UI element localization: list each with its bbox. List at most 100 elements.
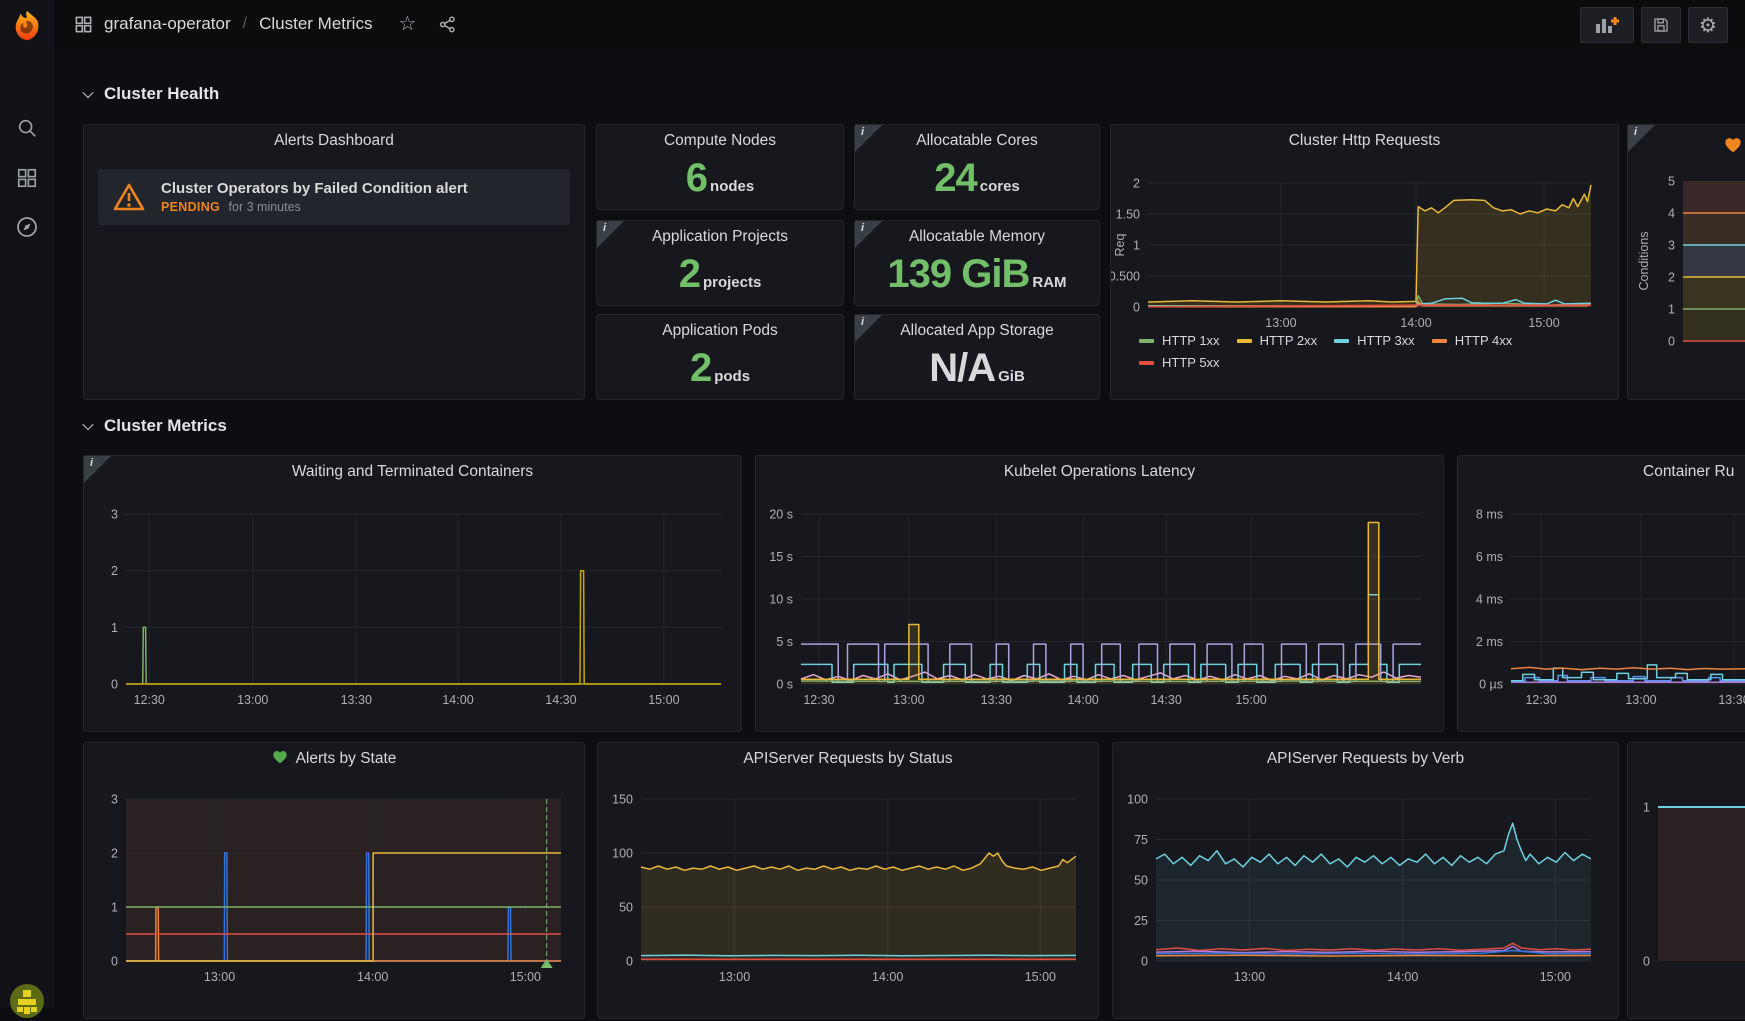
svg-text:50: 50: [619, 901, 633, 915]
panel-info-corner[interactable]: i: [855, 125, 882, 152]
user-avatar[interactable]: [9, 983, 45, 1019]
svg-text:14:00: 14:00: [1387, 970, 1418, 984]
search-icon[interactable]: [13, 114, 41, 142]
svg-text:14:00: 14:00: [357, 970, 388, 984]
apiserver-requests-by-status-chart[interactable]: 05010015013:0014:0015:00: [598, 743, 1098, 1018]
panel-waiting-terminated-containers: i Waiting and Terminated Containers 0123…: [83, 455, 742, 732]
breadcrumb-folder[interactable]: grafana-operator: [104, 14, 231, 34]
breadcrumb-dashboard-title[interactable]: Cluster Metrics: [259, 14, 372, 34]
svg-text:13:00: 13:00: [204, 970, 235, 984]
svg-text:1: 1: [111, 901, 118, 915]
explore-compass-icon[interactable]: [13, 213, 41, 241]
dashboard-grid-icon[interactable]: [74, 15, 93, 34]
legend-swatch: [1139, 339, 1154, 343]
alert-state-badge: PENDING: [161, 200, 220, 214]
add-panel-button[interactable]: [1580, 7, 1634, 43]
panel-alerts-by-state: Alerts by State 012313:0014:0015:00: [83, 742, 585, 1019]
svg-text:14:00: 14:00: [442, 693, 473, 707]
svg-text:13:00: 13:00: [719, 970, 750, 984]
svg-text:2: 2: [1668, 271, 1675, 285]
panel-stat-allocatable-memory: i Allocatable Memory 139 GiBRAM: [854, 220, 1100, 306]
stat-unit: nodes: [710, 178, 754, 198]
legend-item[interactable]: HTTP 3xx: [1334, 333, 1415, 348]
section-title: Cluster Health: [104, 84, 219, 104]
svg-text:25: 25: [1134, 914, 1148, 928]
panel-title[interactable]: Allocatable Memory: [855, 221, 1099, 253]
svg-text:0 s: 0 s: [776, 678, 793, 692]
svg-text:0: 0: [1668, 335, 1675, 349]
stat-value: 6: [686, 158, 707, 198]
panel-title[interactable]: Kubelet Operations Latency: [756, 456, 1443, 488]
svg-text:1: 1: [1643, 801, 1650, 815]
svg-text:14:30: 14:30: [1151, 693, 1182, 707]
panel-info-corner[interactable]: i: [1628, 125, 1655, 152]
chevron-down-icon: [82, 87, 93, 98]
svg-text:0: 0: [1141, 955, 1148, 969]
panel-container-runtime: Container Ru 0 µs2 ms4 ms6 ms8 ms12:3013…: [1457, 455, 1745, 732]
stat-unit: GiB: [998, 368, 1025, 388]
panel-apiserver-requests-by-status: APIServer Requests by Status 05010015013…: [597, 742, 1099, 1019]
panel-title[interactable]: Alerts by State: [84, 743, 584, 775]
panel-stat-allocated-app-storage: i Allocated App Storage N/AGiB: [854, 314, 1100, 400]
svg-text:1.50: 1.50: [1116, 208, 1140, 222]
svg-text:3: 3: [111, 793, 118, 807]
panel-title[interactable]: Compute Nodes: [597, 125, 843, 157]
star-icon[interactable]: ☆: [398, 14, 416, 34]
legend-item[interactable]: HTTP 2xx: [1237, 333, 1318, 348]
grafana-logo[interactable]: [9, 8, 45, 44]
panel-title[interactable]: Cluster Http Requests: [1111, 125, 1618, 157]
panel-title[interactable]: APIServer Requests by Status: [598, 743, 1098, 775]
panel-title[interactable]: APIServer Requests by Verb: [1113, 743, 1618, 775]
panel-title[interactable]: Alerts Dashboard: [84, 125, 584, 157]
legend-swatch: [1334, 339, 1349, 343]
svg-text:14:00: 14:00: [1067, 693, 1098, 707]
alerts-by-state-chart[interactable]: 012313:0014:0015:00: [84, 743, 584, 1018]
panel-info-corner[interactable]: i: [84, 456, 111, 483]
legend-item[interactable]: HTTP 1xx: [1139, 333, 1220, 348]
bottom-right-chart[interactable]: 10: [1628, 743, 1745, 1018]
section-toggle-cluster-health[interactable]: Cluster Health: [84, 84, 219, 104]
section-toggle-cluster-metrics[interactable]: Cluster Metrics: [84, 416, 227, 436]
panel-title[interactable]: Container Ru: [1458, 456, 1745, 488]
svg-text:14:00: 14:00: [1400, 316, 1431, 330]
svg-text:12:30: 12:30: [134, 693, 165, 707]
svg-text:50: 50: [1134, 874, 1148, 888]
legend-swatch: [1432, 339, 1447, 343]
legend-item[interactable]: HTTP 5xx: [1139, 355, 1220, 370]
legend-item[interactable]: HTTP 4xx: [1432, 333, 1513, 348]
panel-info-corner[interactable]: i: [597, 221, 624, 248]
dashboards-icon[interactable]: [13, 164, 41, 192]
panel-info-corner[interactable]: i: [855, 221, 882, 248]
panel-title[interactable]: [1628, 743, 1745, 775]
panel-info-corner[interactable]: i: [855, 315, 882, 342]
panel-title[interactable]: Application Pods: [597, 315, 843, 347]
container-runtime-chart[interactable]: 0 µs2 ms4 ms6 ms8 ms12:3013:0013:30: [1458, 456, 1745, 731]
share-icon[interactable]: [438, 15, 457, 34]
svg-text:13:30: 13:30: [341, 693, 372, 707]
save-dashboard-button[interactable]: [1641, 7, 1681, 43]
panel-title[interactable]: Application Projects: [597, 221, 843, 253]
svg-text:14:00: 14:00: [872, 970, 903, 984]
panel-title[interactable]: Waiting and Terminated Containers: [84, 456, 741, 488]
apiserver-requests-by-verb-chart[interactable]: 025507510013:0014:0015:00: [1113, 743, 1618, 1018]
panel-title[interactable]: Allocatable Cores: [855, 125, 1099, 157]
svg-text:6 ms: 6 ms: [1476, 550, 1503, 564]
legend-swatch: [1139, 361, 1154, 365]
svg-text:15 s: 15 s: [769, 550, 793, 564]
conditions-chart[interactable]: 012345Conditions: [1628, 125, 1745, 399]
panel-title[interactable]: Allocated App Storage: [855, 315, 1099, 347]
waiting-terminated-containers-chart[interactable]: 012312:3013:0013:3014:0014:3015:00: [84, 456, 741, 731]
svg-text:13:00: 13:00: [1234, 970, 1265, 984]
svg-text:0: 0: [1133, 301, 1140, 315]
svg-text:10 s: 10 s: [769, 593, 793, 607]
svg-text:2: 2: [1133, 177, 1140, 191]
svg-text:Conditions: Conditions: [1637, 231, 1651, 290]
kubelet-operations-latency-chart[interactable]: 0 s5 s10 s15 s20 s12:3013:0013:3014:0014…: [756, 456, 1443, 731]
dashboard-settings-button[interactable]: ⚙: [1688, 7, 1728, 43]
alert-rule-item[interactable]: Cluster Operators by Failed Condition al…: [98, 169, 570, 225]
panel-kubelet-operations-latency: Kubelet Operations Latency 0 s5 s10 s15 …: [755, 455, 1444, 732]
alert-rule-name[interactable]: Cluster Operators by Failed Condition al…: [161, 180, 468, 197]
svg-text:100: 100: [1127, 793, 1148, 807]
svg-text:15:00: 15:00: [1025, 970, 1056, 984]
svg-text:1: 1: [1133, 239, 1140, 253]
